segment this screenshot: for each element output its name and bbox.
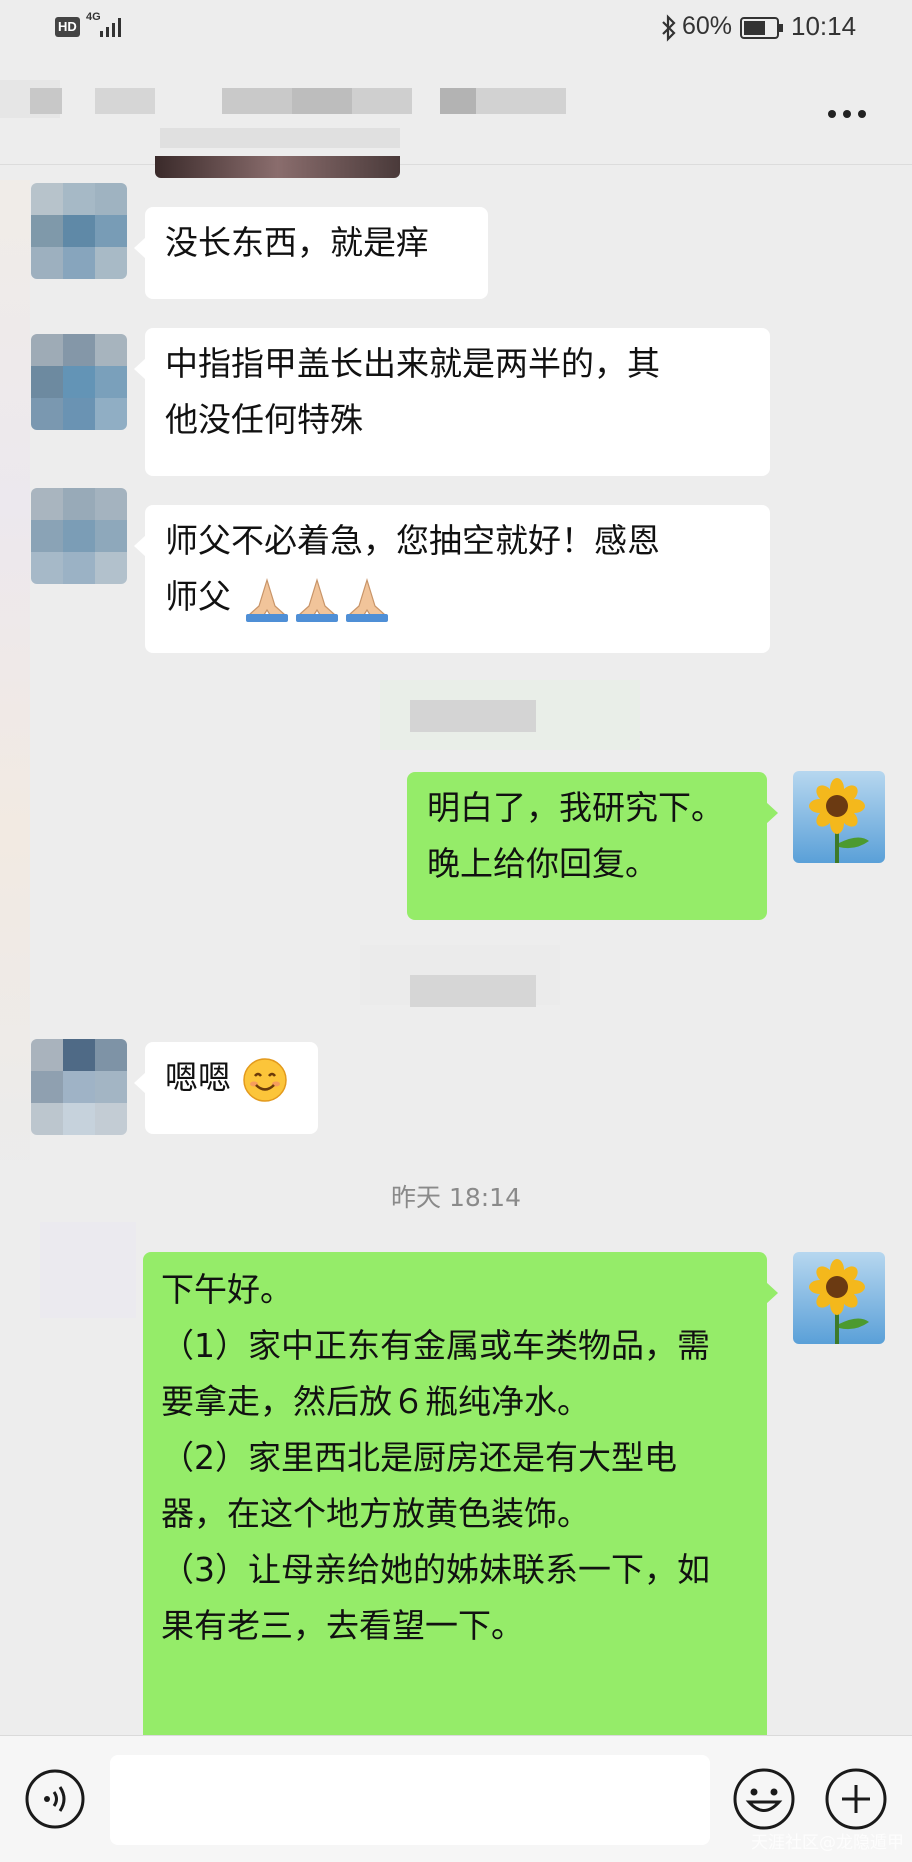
pixelated-separator xyxy=(410,700,536,732)
message-line: 下午好。 xyxy=(161,1270,293,1309)
folded-hands-icon xyxy=(245,577,388,622)
signal-icon xyxy=(100,18,121,37)
smiling-face-icon xyxy=(242,1057,287,1102)
pixelated-separator xyxy=(410,975,536,1007)
message-line: 要拿走，然后放６瓶纯净水。 xyxy=(161,1382,590,1421)
contact-avatar[interactable] xyxy=(31,488,127,584)
message-line: （3）让母亲给她的姊妹联系一下，如 xyxy=(161,1550,710,1589)
status-time: 10:14 xyxy=(791,11,857,41)
more-icon[interactable] xyxy=(826,108,868,120)
message-line: 晚上给你回复。 xyxy=(427,844,658,883)
contact-avatar[interactable] xyxy=(31,334,127,430)
sunflower-icon xyxy=(793,771,885,863)
message-bubble[interactable]: 没长东西，就是痒 xyxy=(134,207,488,299)
message-bubble[interactable]: 师父不必着急，您抽空就好！感恩 师父 xyxy=(134,505,770,653)
sunflower-icon xyxy=(793,1252,885,1344)
bluetooth-icon xyxy=(662,14,676,42)
plus-icon[interactable] xyxy=(824,1767,888,1831)
message-line: 师父 xyxy=(165,569,750,625)
pixelated-separator xyxy=(40,1222,136,1318)
status-bar: HD 4G 60% 10:14 xyxy=(0,0,912,56)
battery-icon xyxy=(740,17,783,39)
message-line: 师父不必着急，您抽空就好！感恩 xyxy=(165,521,660,560)
left-blur-strip xyxy=(0,180,30,1160)
message-line-text: 师父 xyxy=(165,577,231,616)
chat-title-bar xyxy=(0,60,912,165)
message-text: 没长东西，就是痒 xyxy=(165,223,429,262)
message-line: 他没任何特殊 xyxy=(165,400,363,439)
self-avatar[interactable] xyxy=(793,1252,885,1344)
message-text: 嗯嗯 xyxy=(165,1058,231,1097)
contact-avatar[interactable] xyxy=(31,183,127,279)
cropped-image-message[interactable] xyxy=(155,156,400,178)
message-line: （2）家里西北是厨房还是有大型电 xyxy=(161,1438,677,1477)
contact-avatar[interactable] xyxy=(31,1039,127,1135)
self-avatar[interactable] xyxy=(793,771,885,863)
message-line: 器，在这个地方放黄色装饰。 xyxy=(161,1494,590,1533)
message-line: （1）家中正东有金属或车类物品，需 xyxy=(161,1326,710,1365)
message-input[interactable] xyxy=(110,1755,710,1845)
message-bubble[interactable]: 中指指甲盖长出来就是两半的，其 他没任何特殊 xyxy=(134,328,770,476)
message-timestamp: 昨天 18:14 xyxy=(391,1183,521,1212)
battery-percent: 60% xyxy=(682,12,733,40)
hd-badge: HD xyxy=(55,17,80,37)
voice-icon[interactable] xyxy=(24,1768,86,1830)
message-line: 中指指甲盖长出来就是两半的，其 xyxy=(165,344,660,383)
watermark: 天涯社区@龙隐遁甲 xyxy=(751,1833,904,1853)
message-bubble-self[interactable]: 明白了，我研究下。 晚上给你回复。 xyxy=(407,772,778,920)
message-line: 果有老三，去看望一下。 xyxy=(161,1606,524,1645)
message-bubble-self[interactable]: 下午好。 （1）家中正东有金属或车类物品，需 要拿走，然后放６瓶纯净水。 （2）… xyxy=(143,1252,778,1772)
message-line: 明白了，我研究下。 xyxy=(427,788,724,827)
message-bubble[interactable]: 嗯嗯 xyxy=(134,1042,318,1134)
emoji-icon[interactable] xyxy=(732,1767,796,1831)
